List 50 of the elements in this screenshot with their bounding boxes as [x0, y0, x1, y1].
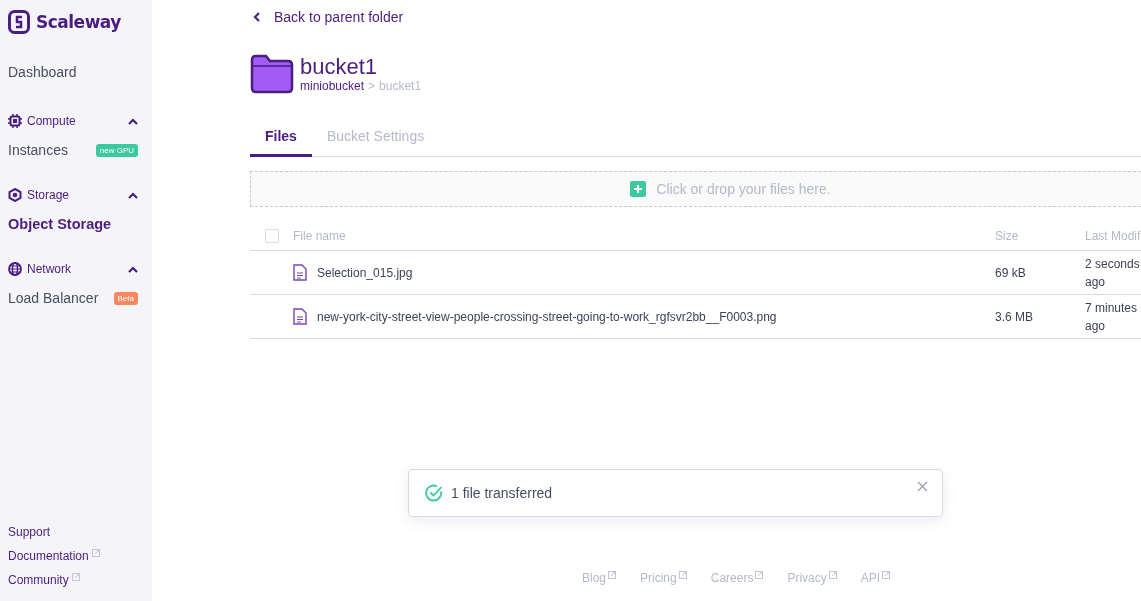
external-link-icon [678, 571, 687, 579]
table-cell: 69 kB [995, 265, 1026, 280]
external-link-icon [755, 571, 764, 579]
tab[interactable]: Files [250, 122, 312, 157]
back-link-text: Back to parent folder [274, 9, 404, 25]
section-title: Storage [27, 188, 71, 202]
nav-item[interactable]: Object Storage [8, 216, 112, 232]
hexagon-icon [8, 188, 22, 202]
logo-icon [8, 10, 30, 34]
external-link-icon [882, 571, 891, 579]
file-name: new-york-city-street-view-people-crossing-street-going-to-work_rgfsvr2bb__F0003.png [317, 309, 777, 324]
section-title: Compute [27, 114, 77, 128]
table-cell: 7 minutes ago [1085, 300, 1138, 333]
plus-icon [630, 181, 647, 197]
file-icon [293, 264, 307, 281]
column-header: File name [293, 228, 346, 243]
globe-icon [8, 262, 22, 276]
support-link[interactable]: Support [8, 525, 51, 539]
checkbox[interactable] [264, 228, 279, 243]
breadcrumb-item[interactable]: miniobucket [300, 79, 365, 93]
breadcrumb-item: bucket1 [379, 79, 422, 93]
file-icon [293, 308, 307, 325]
column-header: Size [995, 228, 1019, 243]
table-cell: 2 seconds ago [1085, 256, 1140, 289]
chevron-up-icon[interactable] [128, 117, 138, 125]
chevron-up-icon[interactable] [128, 265, 138, 273]
file-name: Selection_015.jpg [317, 265, 413, 280]
support-link[interactable]: Community [8, 573, 69, 587]
chevron-left-icon [253, 12, 260, 22]
page-title: bucket1 [300, 55, 379, 79]
chevron-up-icon[interactable] [128, 191, 138, 199]
breadcrumb-separator: > [368, 79, 376, 93]
external-link-icon [828, 571, 837, 579]
column-header: Last Modif [1085, 228, 1141, 243]
nav-item[interactable]: Dashboard [8, 64, 77, 80]
badge: Beta [113, 291, 138, 305]
nav-item[interactable]: Load Balancer [8, 290, 99, 306]
section-title: Network [27, 262, 72, 276]
back-link[interactable]: Back to parent folder [250, 9, 404, 25]
nav-item[interactable]: Instances [8, 142, 68, 158]
check-circle-icon [425, 484, 443, 502]
folder-icon [250, 54, 294, 94]
toast-message: 1 file transferred [451, 485, 554, 501]
table-cell: 3.6 MB [995, 309, 1033, 324]
dropzone-text: Click or drop your files here. [656, 181, 831, 197]
support-link[interactable]: Documentation [8, 549, 89, 563]
chip-icon [8, 114, 22, 128]
external-link-icon [608, 571, 617, 579]
badge: new GPU [95, 143, 138, 157]
logo-text: Scaleway [36, 12, 121, 32]
